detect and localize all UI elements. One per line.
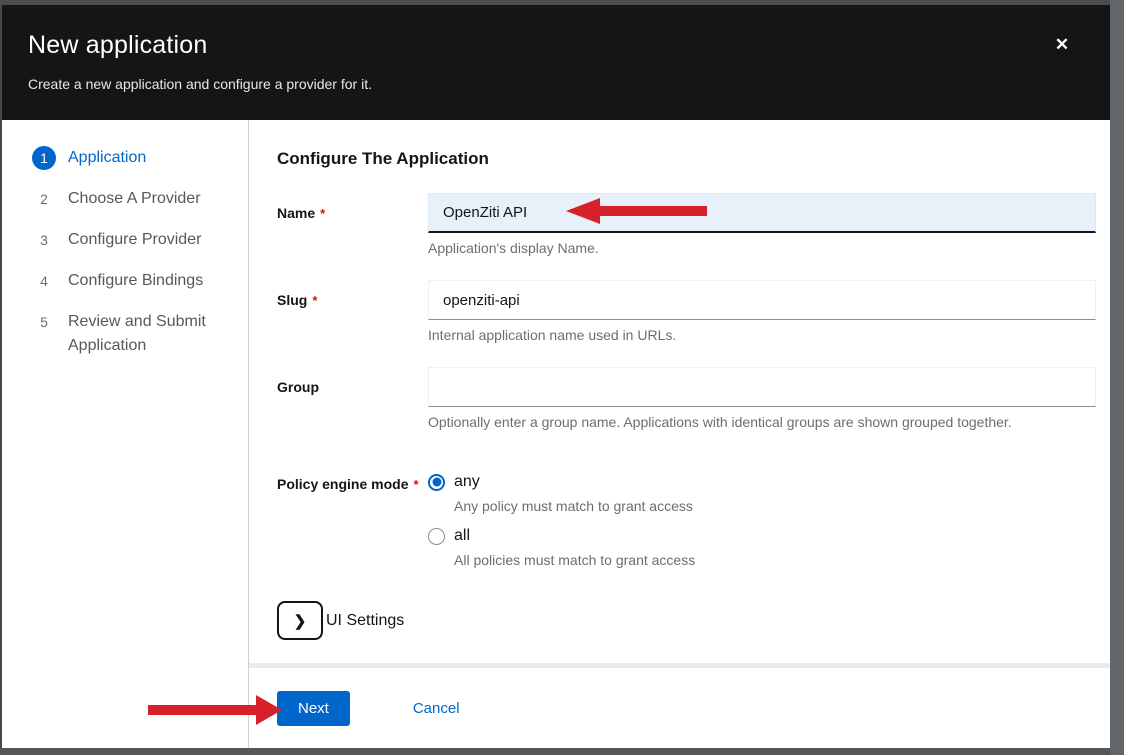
required-asterisk: * bbox=[413, 477, 418, 492]
step-label: Application bbox=[68, 146, 146, 170]
group-field-help: Optionally enter a group name. Applicati… bbox=[428, 414, 1096, 430]
slug-input[interactable] bbox=[428, 280, 1096, 320]
ui-settings-expand-button[interactable]: ❯ bbox=[277, 601, 323, 640]
radio-any-help: Any policy must match to grant access bbox=[454, 498, 1096, 514]
wizard-main-column: Configure The Application Name * Applicat… bbox=[249, 120, 1110, 748]
policy-option-all: all All policies must match to grant acc… bbox=[428, 527, 1096, 568]
modal-footer: Next Cancel bbox=[249, 668, 1110, 748]
step-number: 1 bbox=[32, 146, 56, 170]
group-field-row: Group Optionally enter a group name. App… bbox=[277, 367, 1096, 430]
label-text: Name bbox=[277, 205, 315, 221]
radio-all-help: All policies must match to grant access bbox=[454, 552, 1096, 568]
radio-all[interactable]: all bbox=[428, 527, 1096, 545]
group-input[interactable] bbox=[428, 367, 1096, 407]
next-button[interactable]: Next bbox=[277, 691, 350, 726]
slug-field-control: Internal application name used in URLs. bbox=[428, 280, 1096, 343]
step-number: 3 bbox=[32, 228, 56, 252]
radio-unselected-icon[interactable] bbox=[428, 528, 445, 545]
wizard-step-content: Configure The Application Name * Applicat… bbox=[249, 120, 1110, 663]
group-field-control: Optionally enter a group name. Applicati… bbox=[428, 367, 1096, 430]
group-field-label: Group bbox=[277, 367, 428, 430]
close-icon[interactable]: ✕ bbox=[1050, 33, 1074, 57]
label-text: Policy engine mode bbox=[277, 476, 408, 492]
page-title: Configure The Application bbox=[277, 149, 1096, 169]
policy-engine-mode-options: any Any policy must match to grant acces… bbox=[428, 464, 1096, 568]
step-label: Configure Provider bbox=[68, 228, 201, 252]
modal-title: New application bbox=[28, 31, 1084, 60]
radio-selected-icon[interactable] bbox=[428, 474, 445, 491]
required-asterisk: * bbox=[320, 206, 325, 221]
radio-any-label: any bbox=[454, 473, 480, 491]
slug-field-row: Slug * Internal application name used in … bbox=[277, 280, 1096, 343]
ui-settings-label: UI Settings bbox=[326, 612, 404, 630]
step-number: 4 bbox=[32, 269, 56, 293]
chevron-right-icon: ❯ bbox=[294, 612, 307, 630]
ui-settings-section: ❯ UI Settings bbox=[277, 601, 1096, 640]
step-number: 5 bbox=[32, 310, 56, 334]
policy-engine-mode-row: Policy engine mode * any Any policy must … bbox=[277, 464, 1096, 568]
cancel-link[interactable]: Cancel bbox=[413, 700, 460, 717]
wizard-step-review-submit[interactable]: 5 Review and Submit Application bbox=[32, 310, 248, 358]
wizard-step-configure-provider[interactable]: 3 Configure Provider bbox=[32, 228, 248, 252]
wizard-step-choose-provider[interactable]: 2 Choose A Provider bbox=[32, 187, 248, 211]
radio-all-label: all bbox=[454, 527, 470, 545]
name-field-label: Name * bbox=[277, 193, 428, 256]
wizard-step-application[interactable]: 1 Application bbox=[32, 146, 248, 170]
name-input[interactable] bbox=[428, 193, 1096, 233]
page-background-right bbox=[1110, 0, 1124, 755]
radio-any[interactable]: any bbox=[428, 473, 1096, 491]
wizard-step-configure-bindings[interactable]: 4 Configure Bindings bbox=[32, 269, 248, 293]
modal-body: 1 Application 2 Choose A Provider 3 Conf… bbox=[2, 120, 1110, 748]
policy-option-any: any Any policy must match to grant acces… bbox=[428, 473, 1096, 514]
slug-field-label: Slug * bbox=[277, 280, 428, 343]
label-text: Group bbox=[277, 379, 319, 395]
page-background-bottom bbox=[0, 748, 1110, 755]
step-label: Choose A Provider bbox=[68, 187, 201, 211]
label-text: Slug bbox=[277, 292, 307, 308]
name-field-row: Name * Application's display Name. bbox=[277, 193, 1096, 256]
new-application-modal: New application Create a new application… bbox=[2, 5, 1110, 748]
slug-field-help: Internal application name used in URLs. bbox=[428, 327, 1096, 343]
application-form: Name * Application's display Name. Slug * bbox=[277, 193, 1096, 640]
required-asterisk: * bbox=[312, 293, 317, 308]
name-field-help: Application's display Name. bbox=[428, 240, 1096, 256]
step-label: Configure Bindings bbox=[68, 269, 203, 293]
wizard-steps-sidebar: 1 Application 2 Choose A Provider 3 Conf… bbox=[2, 120, 249, 748]
policy-engine-mode-label: Policy engine mode * bbox=[277, 464, 428, 568]
modal-subtitle: Create a new application and configure a… bbox=[28, 76, 1084, 92]
step-number: 2 bbox=[32, 187, 56, 211]
modal-header: New application Create a new application… bbox=[2, 5, 1110, 120]
step-label: Review and Submit Application bbox=[68, 310, 236, 358]
name-field-control: Application's display Name. bbox=[428, 193, 1096, 256]
